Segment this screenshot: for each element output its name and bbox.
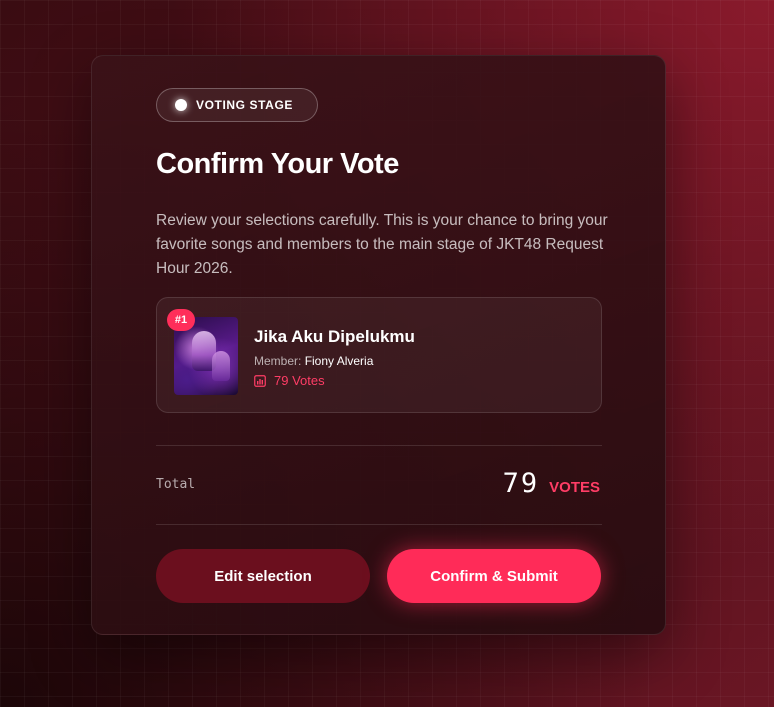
confirm-vote-card: VOTING STAGE Confirm Your Vote Review yo… [91,55,666,635]
description-text: Review your selections carefully. This i… [156,212,608,277]
song-title: Jika Aku Dipelukmu [254,327,415,346]
member-name: Fiony Alveria [304,354,374,368]
bar-chart-icon [254,374,266,387]
badge-label: VOTING STAGE [196,98,293,112]
thumbnail-figure-secondary [212,351,230,381]
selection-card: #1 Jika Aku Dipelukmu Member: Fiony Alve… [156,297,602,413]
total-unit: VOTES [549,479,600,496]
divider-top [156,445,602,446]
member-label: Member: [254,354,302,368]
edit-selection-button[interactable]: Edit selection [156,549,370,603]
page-title: Confirm Your Vote [156,148,399,180]
votes-text: 79 Votes [274,373,325,388]
total-value: 79 VOTES [503,468,600,499]
voting-stage-badge: VOTING STAGE [156,88,318,122]
total-label: Total [156,477,196,492]
song-member: Member: Fiony Alveria [254,354,373,368]
total-number: 79 [502,468,540,499]
song-votes: 79 Votes [254,373,325,388]
status-dot-icon [175,99,187,111]
divider-bottom [156,524,602,525]
confirm-submit-button[interactable]: Confirm & Submit [387,549,601,603]
rank-badge: #1 [167,309,195,331]
